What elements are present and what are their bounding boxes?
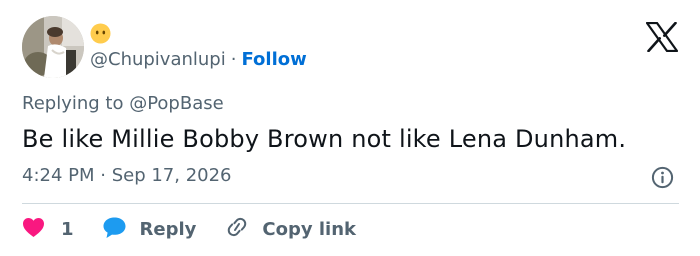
copy-link-button[interactable]: Copy link — [224, 215, 356, 243]
like-button[interactable]: 1 — [22, 217, 74, 242]
reply-label: Reply — [139, 218, 197, 240]
tweet-text: Be like Millie Bobby Brown not like Lena… — [22, 125, 627, 153]
speech-bubble-icon — [102, 216, 127, 243]
x-logo-icon[interactable] — [645, 21, 679, 53]
tweet-embed-card: @Chupivanlupi · Follow Replying to @PopB… — [0, 0, 700, 256]
divider — [22, 203, 679, 204]
action-bar: 1 Reply Copy link — [22, 214, 356, 244]
replying-to-label[interactable]: Replying to @PopBase — [22, 93, 224, 114]
link-icon — [224, 215, 250, 243]
info-icon[interactable] — [651, 166, 674, 189]
separator-dot: · — [230, 48, 237, 70]
reply-button[interactable]: Reply — [102, 216, 197, 243]
avatar[interactable] — [22, 16, 84, 78]
tweet-timestamp[interactable]: 4:24 PM · Sep 17, 2026 — [22, 165, 232, 186]
author-row: @Chupivanlupi · Follow — [90, 47, 307, 71]
copy-link-label: Copy link — [262, 218, 356, 240]
neutral-face-emoji-icon — [90, 23, 111, 44]
profile-photo-image — [22, 16, 84, 78]
author-handle[interactable]: @Chupivanlupi — [90, 49, 226, 70]
like-count: 1 — [61, 218, 74, 240]
heart-icon — [22, 217, 45, 242]
follow-button[interactable]: Follow — [241, 49, 306, 70]
